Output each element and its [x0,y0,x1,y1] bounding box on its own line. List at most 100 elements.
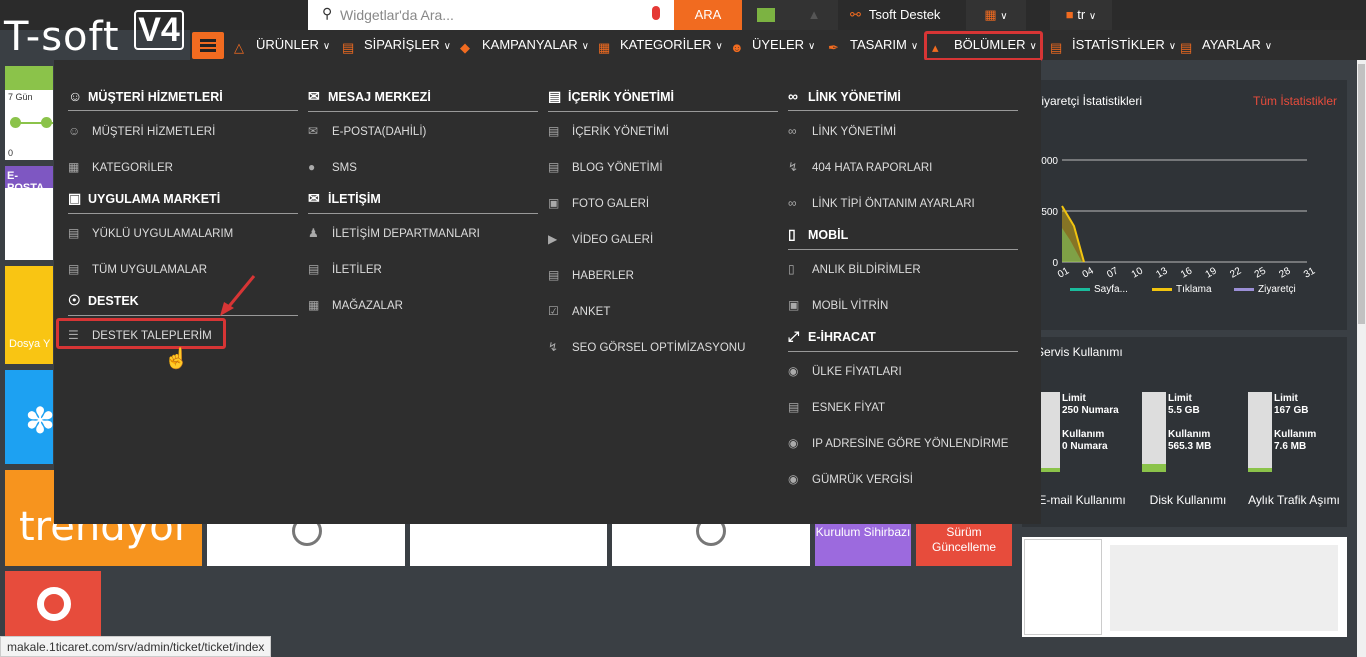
menu-item-gumruk-vergisi[interactable]: ◉ GÜMRÜK VERGİSİ [788,472,913,486]
twitter-tile[interactable]: ✽ [5,370,55,464]
nav-label: AYARLAR [1202,37,1261,52]
menu-item-link-yonetimi[interactable]: ∞ LİNK YÖNETİMİ [788,124,896,138]
alert-button[interactable]: ▲ [790,0,838,30]
menu-item-eposta[interactable]: ✉ E-POSTA(DAHİLİ) [308,124,426,138]
chart-icon: ▤ [1050,40,1063,55]
user-name: Tsoft Destek [868,7,941,22]
nav-siparisler[interactable]: ▤ SİPARİŞLER ∨ [342,30,451,60]
menu-item-label: TÜM UYGULAMALAR [92,264,208,276]
legend-label: Ziyaretçi [1258,284,1296,295]
menu-item-iletisim-departmanlari[interactable]: ♟ İLETİŞİM DEPARTMANLARI [308,226,480,240]
chevron-down-icon: ∨ [910,41,919,52]
x-tick-label: 28 [1277,265,1293,280]
lifebuoy-icon [37,587,71,621]
nav-tasarim[interactable]: ✒ TASARIM ∨ [828,30,918,60]
stats-tile[interactable]: 7 Gün 0 [5,66,53,160]
search-box[interactable]: ⚲ Widgetlar'da Ara... [308,0,674,30]
tile-dosya: Dosya Y [9,338,51,350]
y-tick-label: 0 [1052,258,1058,269]
nav-ayarlar[interactable]: ▤ AYARLAR ∨ [1180,30,1272,60]
store-icon: ▦ [308,298,320,312]
menu-item-kategoriler[interactable]: ▦ KATEGORİLER [68,160,173,174]
dosya-tile[interactable]: Dosya Y [5,266,53,364]
microphone-icon[interactable] [652,6,660,20]
menu-item-foto-galeri[interactable]: ▣ FOTO GALERİ [548,196,649,210]
menu-item-blog-yonetimi[interactable]: ▤ BLOG YÖNETİMİ [548,160,663,174]
menu-item-label: YÜKLÜ UYGULAMALARIM [92,228,234,240]
sections-mega-menu: ☺ MÜŞTERİ HİZMETLERİ ☺ MÜŞTERİ HİZMETLERİ … [54,60,1041,524]
menu-item-label: 404 HATA RAPORLARI [812,162,933,174]
chevron-down-icon: ∨ [1088,11,1097,22]
section-title: DESTEK [88,294,139,308]
scrollbar[interactable] [1357,60,1366,657]
sitemap-icon: ▦ [598,40,611,55]
menu-item-haberler[interactable]: ▤ HABERLER [548,268,634,282]
service-title: Servis Kullanımı [1036,345,1123,359]
support-tile[interactable] [5,571,101,641]
user-menu[interactable]: ⚯ Tsoft Destek [838,0,954,30]
language-dropdown[interactable]: ■ tr ∨ [1050,0,1112,30]
menu-item-anket[interactable]: ☑ ANKET [548,304,610,318]
menu-item-label: MOBİL VİTRİN [812,300,889,312]
legend-swatch [1152,288,1172,291]
menu-item-ulke-fiyatlari[interactable]: ◉ ÜLKE FİYATLARI [788,364,902,378]
usage-text: Limit 250 Numara Kullanım 0 Numara [1062,393,1119,452]
news-icon: ▤ [548,268,560,282]
menu-item-link-tipi[interactable]: ∞ LİNK TİPİ ÖNTANIM AYARLARI [788,196,975,210]
search-button[interactable]: ARA [674,0,742,30]
menu-item-iletiler[interactable]: ▤ İLETİLER [308,262,382,276]
hamburger-menu-button[interactable] [192,32,224,59]
service-panel: Servis Kullanımı Limit 250 Numara Kullanım… [1022,337,1347,527]
menu-item-ip-yonlendirme[interactable]: ◉ IP ADRESİNE GÖRE YÖNLENDİRME [788,436,1008,450]
menu-item-esnek-fiyat[interactable]: ▤ ESNEK FİYAT [788,400,885,414]
annotation-arrow [220,275,256,316]
kurulum-button[interactable]: Kurulum Sihirbazı [815,520,911,566]
section-mobil: ▯ MOBİL [788,226,1018,250]
broken-image-icon [1024,539,1102,635]
menu-item-sms[interactable]: ● SMS [308,160,357,174]
nav-kategoriler[interactable]: ▦ KATEGORİLER ∨ [598,30,723,60]
cart-icon: ▤ [342,40,355,55]
legend-label: Tıklama [1176,284,1212,295]
basket-icon: ▤ [68,226,80,240]
nav-urunler[interactable]: △ ÜRÜNLER ∨ [234,30,330,60]
menu-item-seo[interactable]: ↯ SEO GÖRSEL OPTİMİZASYONU [548,340,745,354]
apps-dropdown[interactable]: ▦ ∨ [966,0,1026,30]
nav-kampanyalar[interactable]: ◆ KAMPANYALAR ∨ [460,30,589,60]
menu-item-label: MAĞAZALAR [332,300,403,312]
section-iletisim: ✉ İLETİŞİM [308,190,538,214]
brush-icon: ✒ [828,40,839,55]
nav-uyeler[interactable]: ☻ ÜYELER ∨ [730,30,815,60]
chat-button[interactable] [742,0,790,30]
menu-item-label: ÜLKE FİYATLARI [812,366,902,378]
bolt-icon: ↯ [788,160,799,174]
link-icon: ∞ [788,88,798,104]
section-link-yonetimi: ∞ LİNK YÖNETİMİ [788,88,1018,111]
section-uygulama-marketi: ▣ UYGULAMA MARKETİ [68,190,298,214]
menu-item-magazalar[interactable]: ▦ MAĞAZALAR [308,298,403,312]
menu-item-yuklu-uygulamalarim[interactable]: ▤ YÜKLÜ UYGULAMALARIM [68,226,233,240]
surum-button[interactable]: Sürüm Güncelleme [916,520,1012,566]
warning-icon: ▲ [807,7,821,22]
menu-item-tum-uygulamalar[interactable]: ▤ TÜM UYGULAMALAR [68,262,207,276]
menu-item-404[interactable]: ↯ 404 HATA RAPORLARI [788,160,932,174]
usage-text: Limit 5.5 GB Kullanım 565.3 MB [1168,393,1212,452]
hand-cursor-icon: ☝ [164,348,189,370]
chevron-down-icon: ∨ [1000,11,1008,22]
banner-panel [1022,537,1347,637]
box-icon: △ [234,40,244,55]
menu-item-icerik-yonetimi[interactable]: ▤ İÇERİK YÖNETİMİ [548,124,669,138]
menu-item-label: LİNK TİPİ ÖNTANIM AYARLARI [812,198,975,210]
menu-item-anlik-bildirimler[interactable]: ▯ ANLIK BİLDİRİMLER [788,262,921,276]
menu-item-mobil-vitrin[interactable]: ▣ MOBİL VİTRİN [788,298,888,312]
search-input[interactable]: Widgetlar'da Ara... [340,7,454,23]
menu-item-musteri-hizmetleri[interactable]: ☺ MÜŞTERİ HİZMETLERİ [68,124,215,138]
logo[interactable]: T-soft V4 [4,8,184,60]
x-tick-label: 31 [1302,265,1318,280]
eposta-tile[interactable]: E-POSTA [5,166,53,260]
highlight-box [56,318,226,349]
menu-item-video-galeri[interactable]: ▶ VİDEO GALERİ [548,232,653,246]
nav-label: TASARIM [850,37,907,52]
nav-label: ÜYELER [752,37,805,52]
nav-istatistikler[interactable]: ▤ İSTATİSTİKLER ∨ [1050,30,1176,60]
